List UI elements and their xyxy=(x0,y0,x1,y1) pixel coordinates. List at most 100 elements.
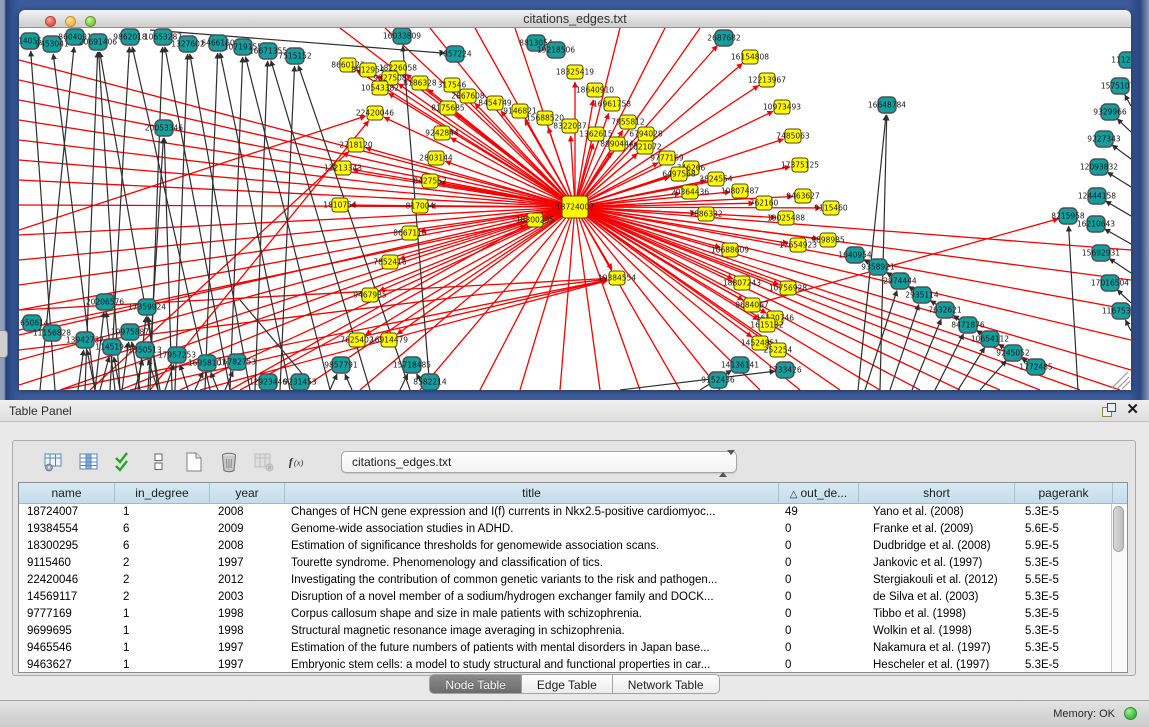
float-panel-icon[interactable] xyxy=(1102,403,1116,417)
graph-node[interactable]: 2687682 xyxy=(707,30,741,46)
graph-node[interactable]: 2935114 xyxy=(905,287,939,303)
scrollbar-thumb[interactable] xyxy=(1113,506,1124,552)
graph-node[interactable]: 12213967 xyxy=(748,73,786,87)
graph-node[interactable]: 9242844 xyxy=(425,126,459,140)
graph-node[interactable]: 15692931 xyxy=(1082,245,1120,261)
row-height-icon[interactable] xyxy=(148,451,170,473)
graph-node[interactable]: 14136141 xyxy=(721,357,759,373)
graph-node[interactable]: 7852416 xyxy=(373,255,407,269)
graph-node[interactable]: 9684067 xyxy=(735,298,769,312)
graph-node[interactable]: 18640910 xyxy=(576,83,614,97)
graph-node-label: 9231453 xyxy=(283,378,317,387)
graph-node[interactable]: 7485063 xyxy=(776,129,810,143)
graph-node[interactable]: 9231453 xyxy=(283,374,317,390)
graph-node[interactable]: 16033809 xyxy=(383,28,421,44)
graph-node[interactable]: 1810754 xyxy=(323,198,357,212)
graph-node[interactable]: 8186328 xyxy=(403,76,437,90)
tab-network-table[interactable]: Network Table xyxy=(613,674,720,694)
graph-node[interactable]: 6497568 xyxy=(662,167,696,181)
graph-node[interactable]: 8175685 xyxy=(431,101,465,115)
table-cell: 9699695 xyxy=(19,623,115,640)
table-row[interactable]: 1830029562008Estimation of significance … xyxy=(19,538,1127,555)
table-row[interactable]: 1872400712008Changes of HCN gene express… xyxy=(19,504,1127,521)
graph-node[interactable]: 20053346 xyxy=(145,120,183,136)
graph-node-label: 11675394 xyxy=(1102,307,1131,316)
graph-node[interactable]: 2803144 xyxy=(419,151,453,165)
column-header-short[interactable]: short xyxy=(859,483,1015,503)
graph-node[interactable]: 9467985 xyxy=(353,288,387,302)
graph-node[interactable]: 17359924 xyxy=(128,299,166,315)
control-panel-grip[interactable] xyxy=(0,330,8,358)
graph-node[interactable]: 15751074 xyxy=(1101,78,1131,94)
graph-node[interactable]: 3824554 xyxy=(699,172,733,186)
column-header-out_de[interactable]: △out_de... xyxy=(779,483,859,503)
graph-node[interactable]: 9115460 xyxy=(814,201,848,215)
show-column-icon[interactable] xyxy=(78,451,100,473)
tab-node-table[interactable]: Node Table xyxy=(429,674,522,694)
graph-node-label: 1362615 xyxy=(579,130,613,139)
table-row[interactable]: 1456911722003Disruption of a novel membe… xyxy=(19,589,1127,606)
graph-node[interactable]: 7632621 xyxy=(928,302,962,318)
table-row[interactable]: 2242004622012Investigating the contribut… xyxy=(19,572,1127,589)
graph-node[interactable]: 17375125 xyxy=(781,158,819,172)
table-row[interactable]: 1938455462009Genome-wide association stu… xyxy=(19,521,1127,538)
graph-node[interactable]: 9862018 xyxy=(113,29,147,45)
network-window-titlebar[interactable]: citations_edges.txt xyxy=(19,10,1131,28)
column-header-pagerank[interactable]: pagerank xyxy=(1015,483,1113,503)
table-settings-icon[interactable] xyxy=(43,451,65,473)
dropdown-arrows-icon xyxy=(719,455,727,469)
graph-node[interactable]: 7886332 xyxy=(689,207,723,221)
graph-node[interactable]: 10654112 xyxy=(971,331,1009,347)
graph-node[interactable]: 18325419 xyxy=(556,65,594,79)
graph-node[interactable]: 12444158 xyxy=(1078,188,1116,204)
graph-node[interactable]: 17016504 xyxy=(1091,275,1129,291)
table-row[interactable]: 946362711997Embryonic stem cells: a mode… xyxy=(19,657,1127,673)
table-vertical-scrollbar[interactable] xyxy=(1111,504,1127,672)
graph-node[interactable]: 16154808 xyxy=(731,50,769,64)
column-header-name[interactable]: name xyxy=(19,483,115,503)
graph-node[interactable]: 1621072 xyxy=(628,140,662,154)
graph-node[interactable]: 10973493 xyxy=(763,100,801,114)
graph-node[interactable]: 16961758 xyxy=(593,97,631,111)
black-edge xyxy=(150,47,163,390)
graph-node[interactable]: 7857224 xyxy=(438,46,472,62)
table-cell: 5.9E-5 xyxy=(1015,538,1113,555)
graph-node[interactable]: 16648784 xyxy=(868,97,906,113)
table-cell: 1 xyxy=(115,606,210,623)
graph-node[interactable]: 19384554 xyxy=(598,271,636,285)
graph-node-label: 1145194 xyxy=(95,343,129,352)
table-cell: 2008 xyxy=(210,538,285,555)
graph-node[interactable]: 12093832 xyxy=(1080,159,1118,175)
graph-node[interactable]: 10807487 xyxy=(721,184,759,198)
graph-node[interactable]: 8667110 xyxy=(393,226,427,240)
graph-node[interactable]: 1772485 xyxy=(1019,359,1053,375)
red-edge xyxy=(560,207,575,390)
column-header-in_degree[interactable]: in_degree xyxy=(115,483,210,503)
table-row[interactable]: 911546021997Tourette syndrome. Phenomeno… xyxy=(19,555,1127,572)
column-header-title[interactable]: title xyxy=(285,483,779,503)
table-source-dropdown[interactable]: citations_edges.txt xyxy=(341,451,737,473)
graph-node[interactable]: 2974444 xyxy=(883,273,917,289)
table-row[interactable]: 969969511998Structural magnetic resonanc… xyxy=(19,623,1127,640)
graph-node[interactable]: 817004 xyxy=(406,199,435,213)
graph-node[interactable]: 16914479 xyxy=(370,333,408,347)
graph-node-label: 15751074 xyxy=(1101,82,1131,91)
graph-node[interactable]: 9227343 xyxy=(1087,131,1121,147)
graph-node[interactable]: 9463627 xyxy=(786,189,820,203)
select-all-checks-icon[interactable] xyxy=(113,451,135,473)
table-row[interactable]: 977716911998Corpus callosum shape and si… xyxy=(19,606,1127,623)
graph-node[interactable]: 1112843 xyxy=(1111,52,1131,68)
column-header-year[interactable]: year xyxy=(210,483,285,503)
graph-node[interactable]: 15718485 xyxy=(393,357,431,373)
function-builder-icon[interactable]: f(x) xyxy=(288,451,310,473)
network-graph-canvas[interactable]: 1872400721405579453041860409120691406986… xyxy=(19,28,1131,390)
graph-node[interactable]: 1733426 xyxy=(768,362,802,378)
create-table-icon[interactable] xyxy=(183,451,205,473)
delete-rows-trash-icon[interactable] xyxy=(218,451,240,473)
memory-status-indicator xyxy=(1124,707,1137,720)
table-cell: 5.3E-5 xyxy=(1015,589,1113,606)
graph-node[interactable]: 9329966 xyxy=(1093,104,1127,120)
close-panel-icon[interactable]: ✕ xyxy=(1126,403,1139,417)
tab-edge-table[interactable]: Edge Table xyxy=(522,674,613,694)
table-row[interactable]: 946554611997Estimation of the future num… xyxy=(19,640,1127,657)
